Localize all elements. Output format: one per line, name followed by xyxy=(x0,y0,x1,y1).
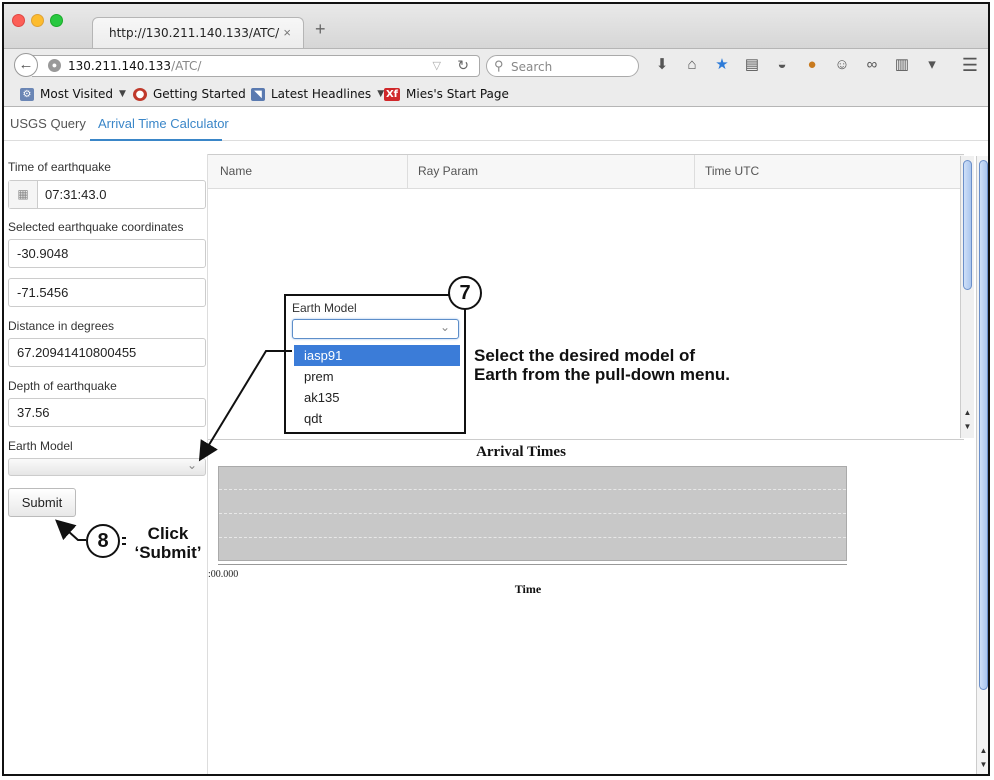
browser-window: http://130.211.140.133/ATC/ × + ● 130.21… xyxy=(2,2,990,776)
dash-mark xyxy=(122,537,126,545)
annotation-arrows xyxy=(55,350,292,545)
arrow-to-submit-button xyxy=(55,519,86,541)
arrow-to-earth-model-select xyxy=(198,350,292,462)
